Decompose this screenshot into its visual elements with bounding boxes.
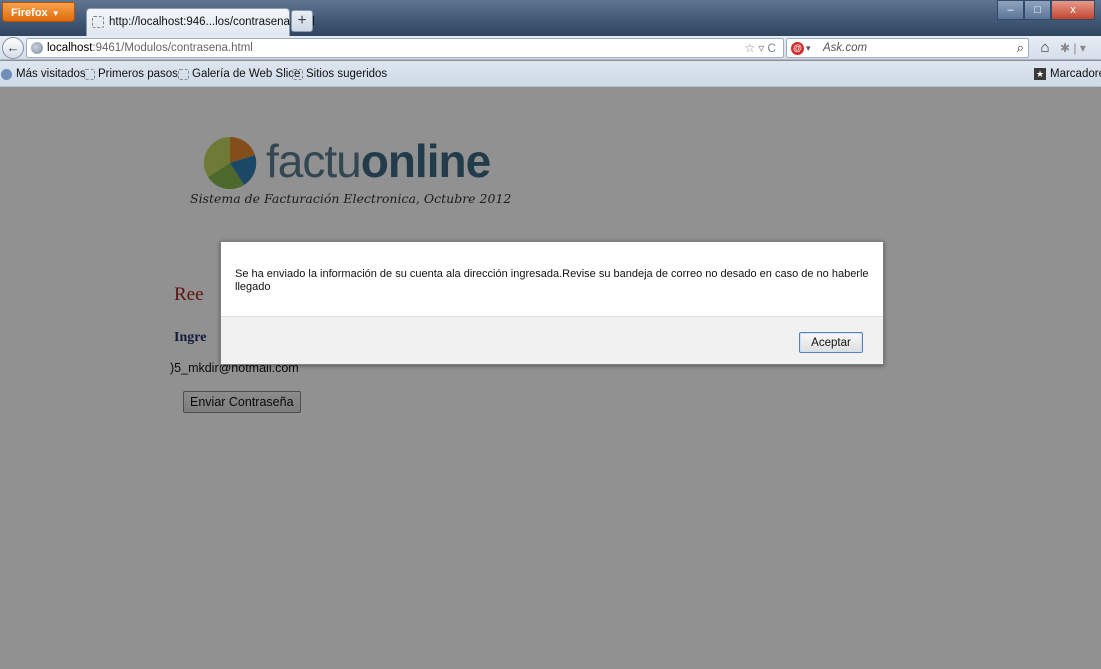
ask-logo-icon: @	[791, 42, 804, 55]
search-placeholder: Ask.com	[823, 42, 868, 54]
search-box[interactable]: @ ▾ Ask.com ⌕	[786, 38, 1029, 58]
firefox-menu-button[interactable]: Firefox ▼	[2, 2, 75, 22]
maximize-button[interactable]: □	[1024, 0, 1051, 20]
chevron-down-icon: ▼	[51, 9, 60, 18]
url-host: localhost	[47, 42, 93, 54]
back-button[interactable]: ←	[2, 37, 24, 59]
bookmarks-menu-label: Marcadores	[1050, 68, 1101, 80]
page-icon	[84, 69, 95, 80]
bookmark-item[interactable]: Sitios sugeridos	[292, 61, 387, 87]
bookmark-label: Galería de Web Slice	[192, 68, 301, 80]
window-titlebar: Firefox ▼ http://localhost:946...los/cont…	[0, 0, 1101, 36]
bookmarks-menu-button[interactable]: ★ Marcadores	[1034, 61, 1101, 87]
reload-icon[interactable]: C	[767, 41, 779, 55]
bookmark-label: Primeros pasos	[98, 68, 178, 80]
bookmark-item[interactable]: Más visitados	[1, 61, 86, 87]
addon-icon[interactable]: ✱ | ▾	[1060, 38, 1100, 58]
window-controls: – □ x	[997, 0, 1095, 20]
page-icon	[292, 69, 303, 80]
bookmark-item[interactable]: Galería de Web Slice	[178, 61, 300, 87]
dialog-message: Se ha enviado la información de su cuent…	[235, 268, 869, 293]
page-icon	[178, 69, 189, 80]
home-button[interactable]: ⌂	[1035, 38, 1055, 58]
page-icon	[92, 16, 104, 28]
tab-title: http://localhost:946...los/contrasena.ht…	[109, 16, 315, 28]
back-arrow-icon: ←	[6, 40, 20, 55]
url-path: :9461/Modulos/contrasena.html	[92, 42, 253, 54]
minimize-button[interactable]: –	[997, 0, 1024, 20]
firefox-menu-label: Firefox	[11, 7, 48, 19]
search-icon[interactable]: ⌕	[1017, 39, 1024, 57]
close-button[interactable]: x	[1051, 0, 1095, 20]
browser-tab[interactable]: http://localhost:946...los/contrasena.ht…	[86, 8, 315, 36]
navigation-bar: ← localhost:9461/Modulos/contrasena.html…	[0, 36, 1101, 60]
accept-button[interactable]: Aceptar	[799, 332, 863, 353]
address-bar[interactable]: localhost:9461/Modulos/contrasena.html ☆…	[26, 38, 784, 58]
bookmark-item[interactable]: Primeros pasos	[84, 61, 178, 87]
globe-icon	[31, 42, 43, 54]
chevron-down-icon[interactable]: ▾	[806, 39, 811, 57]
dropdown-icon[interactable]: ▿	[758, 41, 767, 55]
bookmark-label: Más visitados	[16, 68, 86, 80]
url-actions: ☆▿C	[745, 39, 779, 57]
new-tab-button[interactable]: +	[291, 10, 313, 32]
most-visited-icon	[1, 69, 12, 80]
bookmarks-star-icon: ★	[1034, 68, 1046, 80]
modal-overlay	[0, 88, 1101, 669]
bookmarks-bar: Más visitados Primeros pasos Galería de …	[0, 61, 1101, 87]
home-icon: ⌂	[1040, 39, 1050, 56]
confirmation-dialog: Se ha enviado la información de su cuent…	[220, 241, 884, 365]
bookmark-star-icon[interactable]: ☆	[745, 41, 759, 55]
dialog-footer: Aceptar	[221, 316, 883, 364]
bookmark-label: Sitios sugeridos	[306, 68, 388, 80]
